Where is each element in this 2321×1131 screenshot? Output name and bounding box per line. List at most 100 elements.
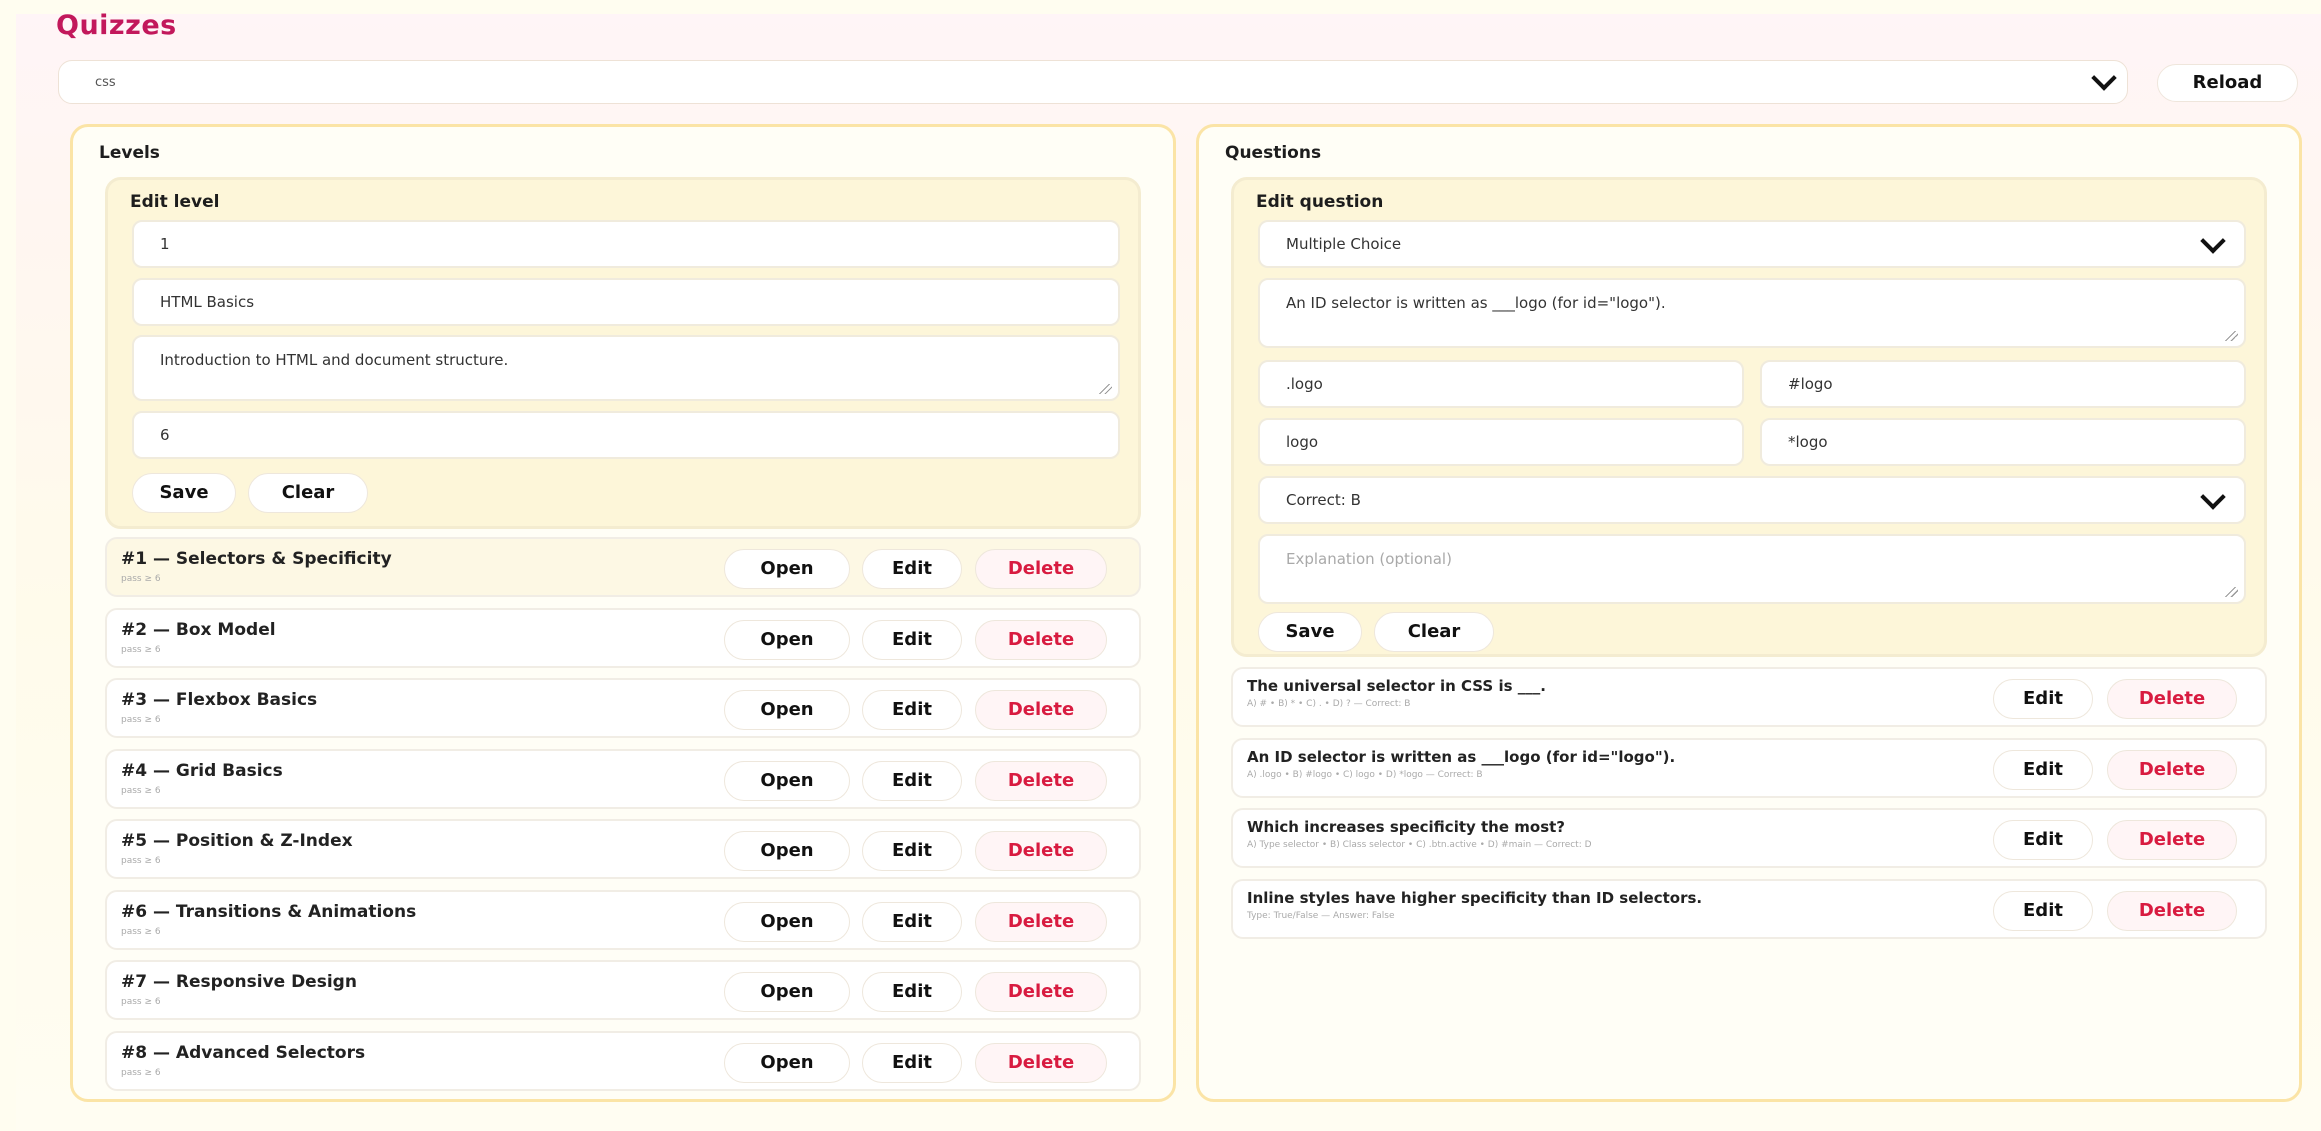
level-description-text: Introduction to HTML and document struct… xyxy=(160,351,509,369)
open-level-button[interactable]: Open xyxy=(724,619,850,660)
levels-title: Levels xyxy=(99,143,160,163)
edit-question-button[interactable]: Edit xyxy=(1993,820,2093,860)
level-row-pass: pass ≥ 6 xyxy=(121,785,161,796)
level-pass-input[interactable]: 6 xyxy=(132,411,1120,459)
open-level-button[interactable]: Open xyxy=(724,549,850,589)
chevron-down-icon xyxy=(2091,65,2117,91)
edit-level-button[interactable]: Edit xyxy=(862,1042,962,1083)
level-row-title: #7 — Responsive Design xyxy=(121,972,357,992)
level-row[interactable]: #8 — Advanced Selectors pass ≥ 6 Open Edit D… xyxy=(105,1030,1141,1091)
open-level-button[interactable]: Open xyxy=(724,1042,850,1083)
delete-level-button[interactable]: Delete xyxy=(975,972,1107,1012)
levels-panel: Levels Edit level 1 HTML Basics Introduc… xyxy=(70,124,1176,1102)
resize-grip-icon[interactable] xyxy=(1098,384,1112,394)
open-level-button[interactable]: Open xyxy=(724,972,850,1012)
delete-question-button[interactable]: Delete xyxy=(2107,679,2237,719)
edit-level-button[interactable]: Edit xyxy=(862,831,962,871)
clear-level-button[interactable]: Clear xyxy=(248,473,368,513)
edit-level-card: Edit level 1 HTML Basics Introduction to… xyxy=(105,177,1141,529)
delete-level-button[interactable]: Delete xyxy=(975,690,1107,730)
level-row-pass: pass ≥ 6 xyxy=(121,856,161,866)
edit-question-card: Edit question Multiple Choice An ID sele… xyxy=(1231,177,2267,657)
level-row-title: #8 — Advanced Selectors xyxy=(121,1042,366,1063)
level-row-title: #4 — Grid Basics xyxy=(121,760,283,781)
correct-answer-value: Correct: B xyxy=(1286,491,1361,509)
question-type-value: Multiple Choice xyxy=(1286,235,1402,253)
level-row[interactable]: #1 — Selectors & Specificity pass ≥ 6 Open… xyxy=(105,537,1141,597)
level-row-pass: pass ≥ 6 xyxy=(121,715,161,725)
level-row[interactable]: #3 — Flexbox Basics pass ≥ 6 Open Edit Delet… xyxy=(105,678,1141,738)
questions-title: Questions xyxy=(1225,143,1322,163)
question-prompt-textarea[interactable]: An ID selector is written as ___logo (fo… xyxy=(1258,278,2246,348)
save-level-button[interactable]: Save xyxy=(132,473,236,513)
explanation-textarea[interactable]: Explanation (optional) xyxy=(1258,534,2246,604)
edit-question-button[interactable]: Edit xyxy=(1993,749,2093,790)
delete-level-button[interactable]: Delete xyxy=(975,619,1107,660)
level-row-pass: pass ≥ 6 xyxy=(121,574,161,584)
question-prompt-text: An ID selector is written as ___logo (fo… xyxy=(1286,294,1666,312)
option-d-input[interactable]: *logo xyxy=(1760,418,2246,466)
level-row-pass: pass ≥ 6 xyxy=(121,644,161,655)
edit-level-button[interactable]: Edit xyxy=(862,760,962,801)
level-row[interactable]: #4 — Grid Basics pass ≥ 6 Open Edit Delete xyxy=(105,748,1141,809)
correct-answer-select[interactable]: Correct: B xyxy=(1258,476,2246,524)
delete-level-button[interactable]: Delete xyxy=(975,549,1107,589)
level-row[interactable]: #2 — Box Model pass ≥ 6 Open Edit Delete xyxy=(105,607,1141,668)
open-level-button[interactable]: Open xyxy=(724,901,850,942)
question-row[interactable]: Inline styles have higher specificity th… xyxy=(1231,878,2267,939)
option-c-input[interactable]: logo xyxy=(1258,418,1744,466)
level-number-input[interactable]: 1 xyxy=(132,220,1120,268)
level-row-pass: pass ≥ 6 xyxy=(121,926,161,937)
clear-question-button[interactable]: Clear xyxy=(1374,612,1494,652)
edit-level-button[interactable]: Edit xyxy=(862,690,962,730)
open-level-button[interactable]: Open xyxy=(724,831,850,871)
edit-level-button[interactable]: Edit xyxy=(862,901,962,942)
chevron-down-icon xyxy=(2200,228,2226,254)
open-level-button[interactable]: Open xyxy=(724,690,850,730)
resize-grip-icon[interactable] xyxy=(2224,331,2238,341)
level-row[interactable]: #5 — Position & Z-Index pass ≥ 6 Open Edit D… xyxy=(105,819,1141,879)
page-title: Quizzes xyxy=(56,10,177,41)
quiz-select[interactable]: css xyxy=(58,60,2128,104)
delete-level-button[interactable]: Delete xyxy=(975,901,1107,942)
questions-panel: Questions Edit question Multiple Choice … xyxy=(1196,124,2302,1102)
level-row-pass: pass ≥ 6 xyxy=(121,1067,161,1078)
level-row-title: #6 — Transitions & Animations xyxy=(121,901,417,922)
resize-grip-icon[interactable] xyxy=(2224,587,2238,597)
delete-level-button[interactable]: Delete xyxy=(975,831,1107,871)
question-row-summary: Type: True/False — Answer: False xyxy=(1247,910,1395,921)
delete-question-button[interactable]: Delete xyxy=(2107,749,2237,790)
level-row-title: #2 — Box Model xyxy=(121,619,276,640)
delete-question-button[interactable]: Delete xyxy=(2107,890,2237,931)
question-row-summary: A) .logo • B) #logo • C) logo • D) *logo… xyxy=(1247,769,1483,780)
level-name-input[interactable]: HTML Basics xyxy=(132,278,1120,326)
level-row-title: #1 — Selectors & Specificity xyxy=(121,549,392,569)
edit-level-button[interactable]: Edit xyxy=(862,972,962,1012)
open-level-button[interactable]: Open xyxy=(724,760,850,801)
question-row[interactable]: An ID selector is written as ___logo (fo… xyxy=(1231,737,2267,798)
question-row[interactable]: Which increases specificity the most? A) … xyxy=(1231,808,2267,868)
question-row-title: The universal selector in CSS is ___. xyxy=(1247,677,1546,695)
level-row[interactable]: #7 — Responsive Design pass ≥ 6 Open Edit De… xyxy=(105,960,1141,1020)
reload-button[interactable]: Reload xyxy=(2157,64,2298,102)
edit-level-button[interactable]: Edit xyxy=(862,549,962,589)
level-description-textarea[interactable]: Introduction to HTML and document struct… xyxy=(132,335,1120,401)
save-question-button[interactable]: Save xyxy=(1258,612,1362,652)
explanation-placeholder: Explanation (optional) xyxy=(1286,550,1452,568)
edit-question-button[interactable]: Edit xyxy=(1993,679,2093,719)
delete-level-button[interactable]: Delete xyxy=(975,1042,1107,1083)
question-row-summary: A) # • B) * • C) . • D) ? — Correct: B xyxy=(1247,699,1411,709)
level-row[interactable]: #6 — Transitions & Animations pass ≥ 6 Ope… xyxy=(105,889,1141,950)
edit-question-button[interactable]: Edit xyxy=(1993,890,2093,931)
edit-question-heading: Edit question xyxy=(1256,192,1384,212)
delete-question-button[interactable]: Delete xyxy=(2107,820,2237,860)
delete-level-button[interactable]: Delete xyxy=(975,760,1107,801)
option-a-input[interactable]: .logo xyxy=(1258,360,1744,408)
edit-level-button[interactable]: Edit xyxy=(862,619,962,660)
question-row-summary: A) Type selector • B) Class selector • C… xyxy=(1247,840,1592,850)
question-row[interactable]: The universal selector in CSS is ___. A) … xyxy=(1231,667,2267,727)
option-b-input[interactable]: #logo xyxy=(1760,360,2246,408)
edit-level-heading: Edit level xyxy=(130,192,220,212)
question-row-title: An ID selector is written as ___logo (fo… xyxy=(1247,747,1676,766)
question-type-select[interactable]: Multiple Choice xyxy=(1258,220,2246,268)
